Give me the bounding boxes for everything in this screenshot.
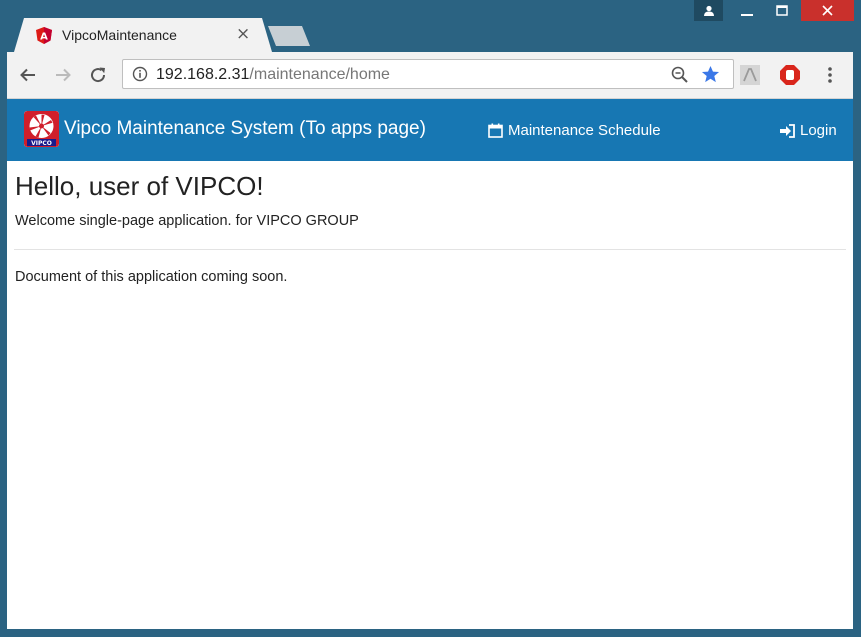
maintenance-schedule-link[interactable]: Maintenance Schedule [488, 122, 661, 139]
minimize-icon [741, 13, 753, 16]
vipco-logo-graphic: VIPCO [24, 111, 59, 147]
page-heading: Hello, user of VIPCO! [15, 171, 264, 201]
user-profile-button[interactable] [694, 0, 723, 21]
maximize-icon [776, 4, 788, 16]
back-button[interactable] [17, 64, 39, 86]
arrow-right-icon [56, 68, 71, 82]
reload-icon [91, 67, 106, 83]
welcome-text: Welcome single-page application. for VIP… [15, 213, 359, 229]
new-tab-button[interactable] [268, 26, 310, 46]
address-bar[interactable]: 192.168.2.31/maintenance/home [122, 59, 734, 89]
login-link[interactable]: Login [780, 122, 837, 139]
vipco-logo[interactable]: VIPCO [24, 111, 59, 147]
divider [14, 249, 846, 250]
angular-icon: A [36, 27, 52, 44]
window-titlebar: A VipcoMaintenance × [0, 0, 861, 52]
login-label: Login [800, 122, 837, 139]
close-tab-icon[interactable]: × [236, 24, 250, 44]
close-window-button[interactable] [801, 0, 854, 21]
url-path: /maintenance/home [249, 66, 390, 83]
logo-text: VIPCO [31, 140, 52, 147]
svg-text:A: A [40, 32, 48, 43]
pdf-extension-button[interactable] [739, 64, 761, 86]
stop-hand-icon [780, 65, 800, 85]
more-vertical-icon [828, 67, 832, 83]
url-host: 192.168.2.31 [156, 66, 250, 83]
brand-link[interactable]: Vipco Maintenance System (To apps page) [64, 118, 426, 140]
forward-button[interactable] [52, 64, 74, 86]
tab-title: VipcoMaintenance [62, 27, 177, 43]
star-icon[interactable] [701, 65, 720, 84]
close-icon [822, 5, 833, 16]
maintenance-schedule-label: Maintenance Schedule [508, 122, 661, 139]
doc-note: Document of this application coming soon… [15, 269, 288, 285]
sign-in-icon [780, 123, 795, 138]
maximize-button[interactable] [769, 0, 795, 21]
user-icon [703, 5, 714, 16]
menu-button[interactable] [819, 64, 841, 86]
browser-tab[interactable]: A VipcoMaintenance × [14, 18, 272, 52]
adblock-extension-button[interactable] [779, 64, 801, 86]
url-text[interactable]: 192.168.2.31/maintenance/home [156, 66, 390, 84]
reload-button[interactable] [87, 64, 109, 86]
info-icon[interactable] [132, 66, 148, 82]
minimize-button[interactable] [733, 0, 761, 21]
calendar-icon [488, 123, 503, 138]
zoom-icon[interactable] [671, 66, 689, 84]
app-navbar: VIPCO Vipco Maintenance System (To apps … [7, 99, 853, 161]
arrow-left-icon [20, 68, 35, 82]
browser-toolbar: 192.168.2.31/maintenance/home [7, 52, 853, 99]
page-viewport: VIPCO Vipco Maintenance System (To apps … [7, 99, 853, 629]
pdf-icon [740, 65, 760, 85]
